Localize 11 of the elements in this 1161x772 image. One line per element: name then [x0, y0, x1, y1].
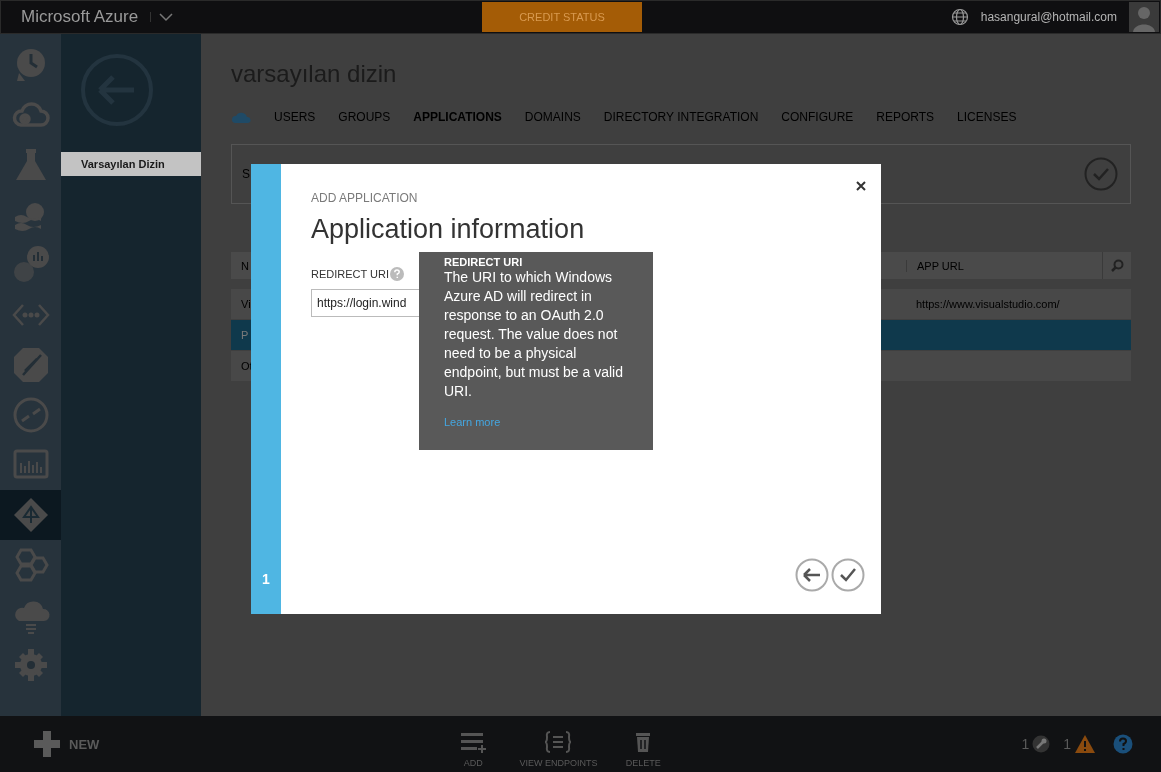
table-cell-text: https://www.visualstudio.com/	[915, 298, 1061, 310]
dialog-heading: ADD APPLICATION	[311, 191, 419, 205]
banner-text: S	[242, 167, 250, 181]
dialog-title: Application information	[311, 214, 586, 245]
field-label: REDIRECT URI	[311, 268, 390, 280]
tooltip-text: The URI to which Windows Azure AD will redirect in response to an OAuth 2.0 request. The value does not need to be a physical endpoint, but must be a valid URI.	[444, 268, 624, 401]
step-number: 1	[262, 571, 270, 587]
table-cell: P	[241, 329, 249, 341]
brand-title: Microsoft Azure	[21, 7, 139, 27]
table-cell: Vi	[241, 298, 251, 310]
tooltip-title: REDIRECT URI	[444, 256, 524, 268]
